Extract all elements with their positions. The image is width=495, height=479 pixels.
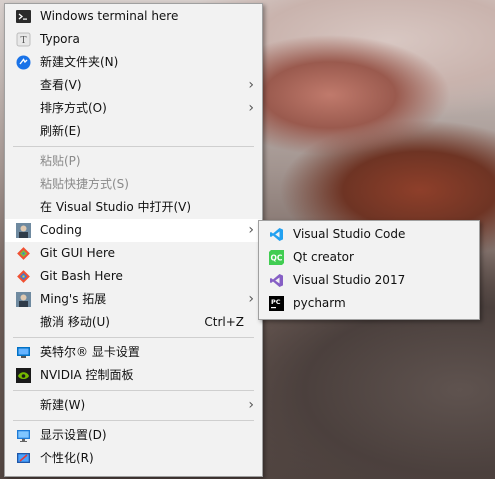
- menu-separator: [13, 337, 254, 338]
- menu-item-windows-terminal[interactable]: Windows terminal here: [5, 5, 262, 28]
- visual-studio-icon: [269, 273, 284, 288]
- menu-item-label: 刷新(E): [40, 124, 81, 138]
- menu-item-label: 新建文件夹(N): [40, 55, 119, 69]
- chevron-right-icon: ›: [248, 397, 254, 413]
- menu-item-nvidia-control-panel[interactable]: NVIDIA 控制面板: [5, 364, 262, 387]
- menu-item-intel-graphics[interactable]: 英特尔® 显卡设置: [5, 341, 262, 364]
- menu-item-refresh[interactable]: 刷新(E): [5, 120, 262, 143]
- menu-item-new[interactable]: 新建(W) ›: [5, 394, 262, 417]
- vscode-icon: [269, 227, 284, 242]
- menu-item-new-folder[interactable]: 新建文件夹(N): [5, 51, 262, 74]
- submenu-item-visual-studio[interactable]: Visual Studio 2017: [259, 269, 479, 292]
- chevron-right-icon: ›: [248, 77, 254, 93]
- menu-item-label: 撤消 移动(U): [40, 315, 110, 329]
- intel-graphics-icon: [16, 345, 31, 360]
- menu-item-label: Git Bash Here: [40, 269, 123, 283]
- menu-item-paste-shortcut[interactable]: 粘贴快捷方式(S): [5, 173, 262, 196]
- submenu-item-qt-creator[interactable]: QC Qt creator: [259, 246, 479, 269]
- menu-item-shortcut: Ctrl+Z: [204, 315, 244, 329]
- chevron-right-icon: ›: [248, 100, 254, 116]
- terminal-icon: [16, 9, 31, 24]
- personalize-icon: [16, 451, 31, 466]
- menu-item-label: Windows terminal here: [40, 9, 179, 23]
- display-settings-icon: [16, 428, 31, 443]
- menu-item-display-settings[interactable]: 显示设置(D): [5, 424, 262, 447]
- menu-item-label: 在 Visual Studio 中打开(V): [40, 200, 192, 214]
- menu-item-git-gui[interactable]: Git GUI Here: [5, 242, 262, 265]
- menu-item-personalize[interactable]: 个性化(R): [5, 447, 262, 470]
- menu-item-sort-by[interactable]: 排序方式(O) ›: [5, 97, 262, 120]
- menu-item-label: Qt creator: [293, 250, 354, 264]
- menu-separator: [13, 420, 254, 421]
- menu-item-undo-move[interactable]: 撤消 移动(U) Ctrl+Z: [5, 311, 262, 334]
- ming-avatar-icon: [16, 292, 31, 307]
- menu-item-label: Ming's 拓展: [40, 292, 107, 306]
- menu-item-label: 查看(V): [40, 78, 82, 92]
- menu-item-label: Git GUI Here: [40, 246, 116, 260]
- qt-creator-icon: QC: [269, 250, 284, 265]
- menu-item-label: pycharm: [293, 296, 346, 310]
- menu-separator: [13, 390, 254, 391]
- menu-item-open-in-visual-studio[interactable]: 在 Visual Studio 中打开(V): [5, 196, 262, 219]
- typora-icon: T: [16, 32, 31, 47]
- menu-item-label: Coding: [40, 223, 82, 237]
- menu-item-label: 新建(W): [40, 398, 86, 412]
- svg-text:T: T: [20, 36, 26, 46]
- menu-separator: [13, 146, 254, 147]
- submenu-item-pycharm[interactable]: PC pycharm: [259, 292, 479, 315]
- menu-item-paste[interactable]: 粘贴(P): [5, 150, 262, 173]
- new-folder-icon: [16, 55, 31, 70]
- menu-item-mings-extensions[interactable]: Ming's 拓展 ›: [5, 288, 262, 311]
- pycharm-icon: PC: [269, 296, 284, 311]
- menu-item-label: NVIDIA 控制面板: [40, 368, 134, 382]
- menu-item-label: 个性化(R): [40, 451, 94, 465]
- menu-item-label: 英特尔® 显卡设置: [40, 345, 140, 359]
- menu-item-label: Visual Studio Code: [293, 227, 406, 241]
- menu-item-label: 排序方式(O): [40, 101, 107, 115]
- desktop-context-menu: Windows terminal here T Typora 新建文件夹(N) …: [4, 3, 263, 477]
- menu-item-label: 显示设置(D): [40, 428, 107, 442]
- menu-item-view[interactable]: 查看(V) ›: [5, 74, 262, 97]
- chevron-right-icon: ›: [248, 291, 254, 307]
- menu-item-label: 粘贴快捷方式(S): [40, 177, 129, 191]
- git-gui-icon: [16, 246, 31, 261]
- nvidia-icon: [16, 368, 31, 383]
- menu-item-label: Visual Studio 2017: [293, 273, 406, 287]
- menu-item-typora[interactable]: T Typora: [5, 28, 262, 51]
- menu-item-label: Typora: [40, 32, 80, 46]
- coding-submenu: Visual Studio Code QC Qt creator Visual …: [258, 220, 480, 320]
- menu-item-coding[interactable]: Coding ›: [5, 219, 262, 242]
- chevron-right-icon: ›: [248, 222, 254, 238]
- git-bash-icon: [16, 269, 31, 284]
- svg-text:QC: QC: [271, 254, 283, 263]
- submenu-item-vscode[interactable]: Visual Studio Code: [259, 223, 479, 246]
- svg-text:PC: PC: [271, 298, 281, 306]
- menu-item-label: 粘贴(P): [40, 154, 81, 168]
- menu-item-git-bash[interactable]: Git Bash Here: [5, 265, 262, 288]
- coding-avatar-icon: [16, 223, 31, 238]
